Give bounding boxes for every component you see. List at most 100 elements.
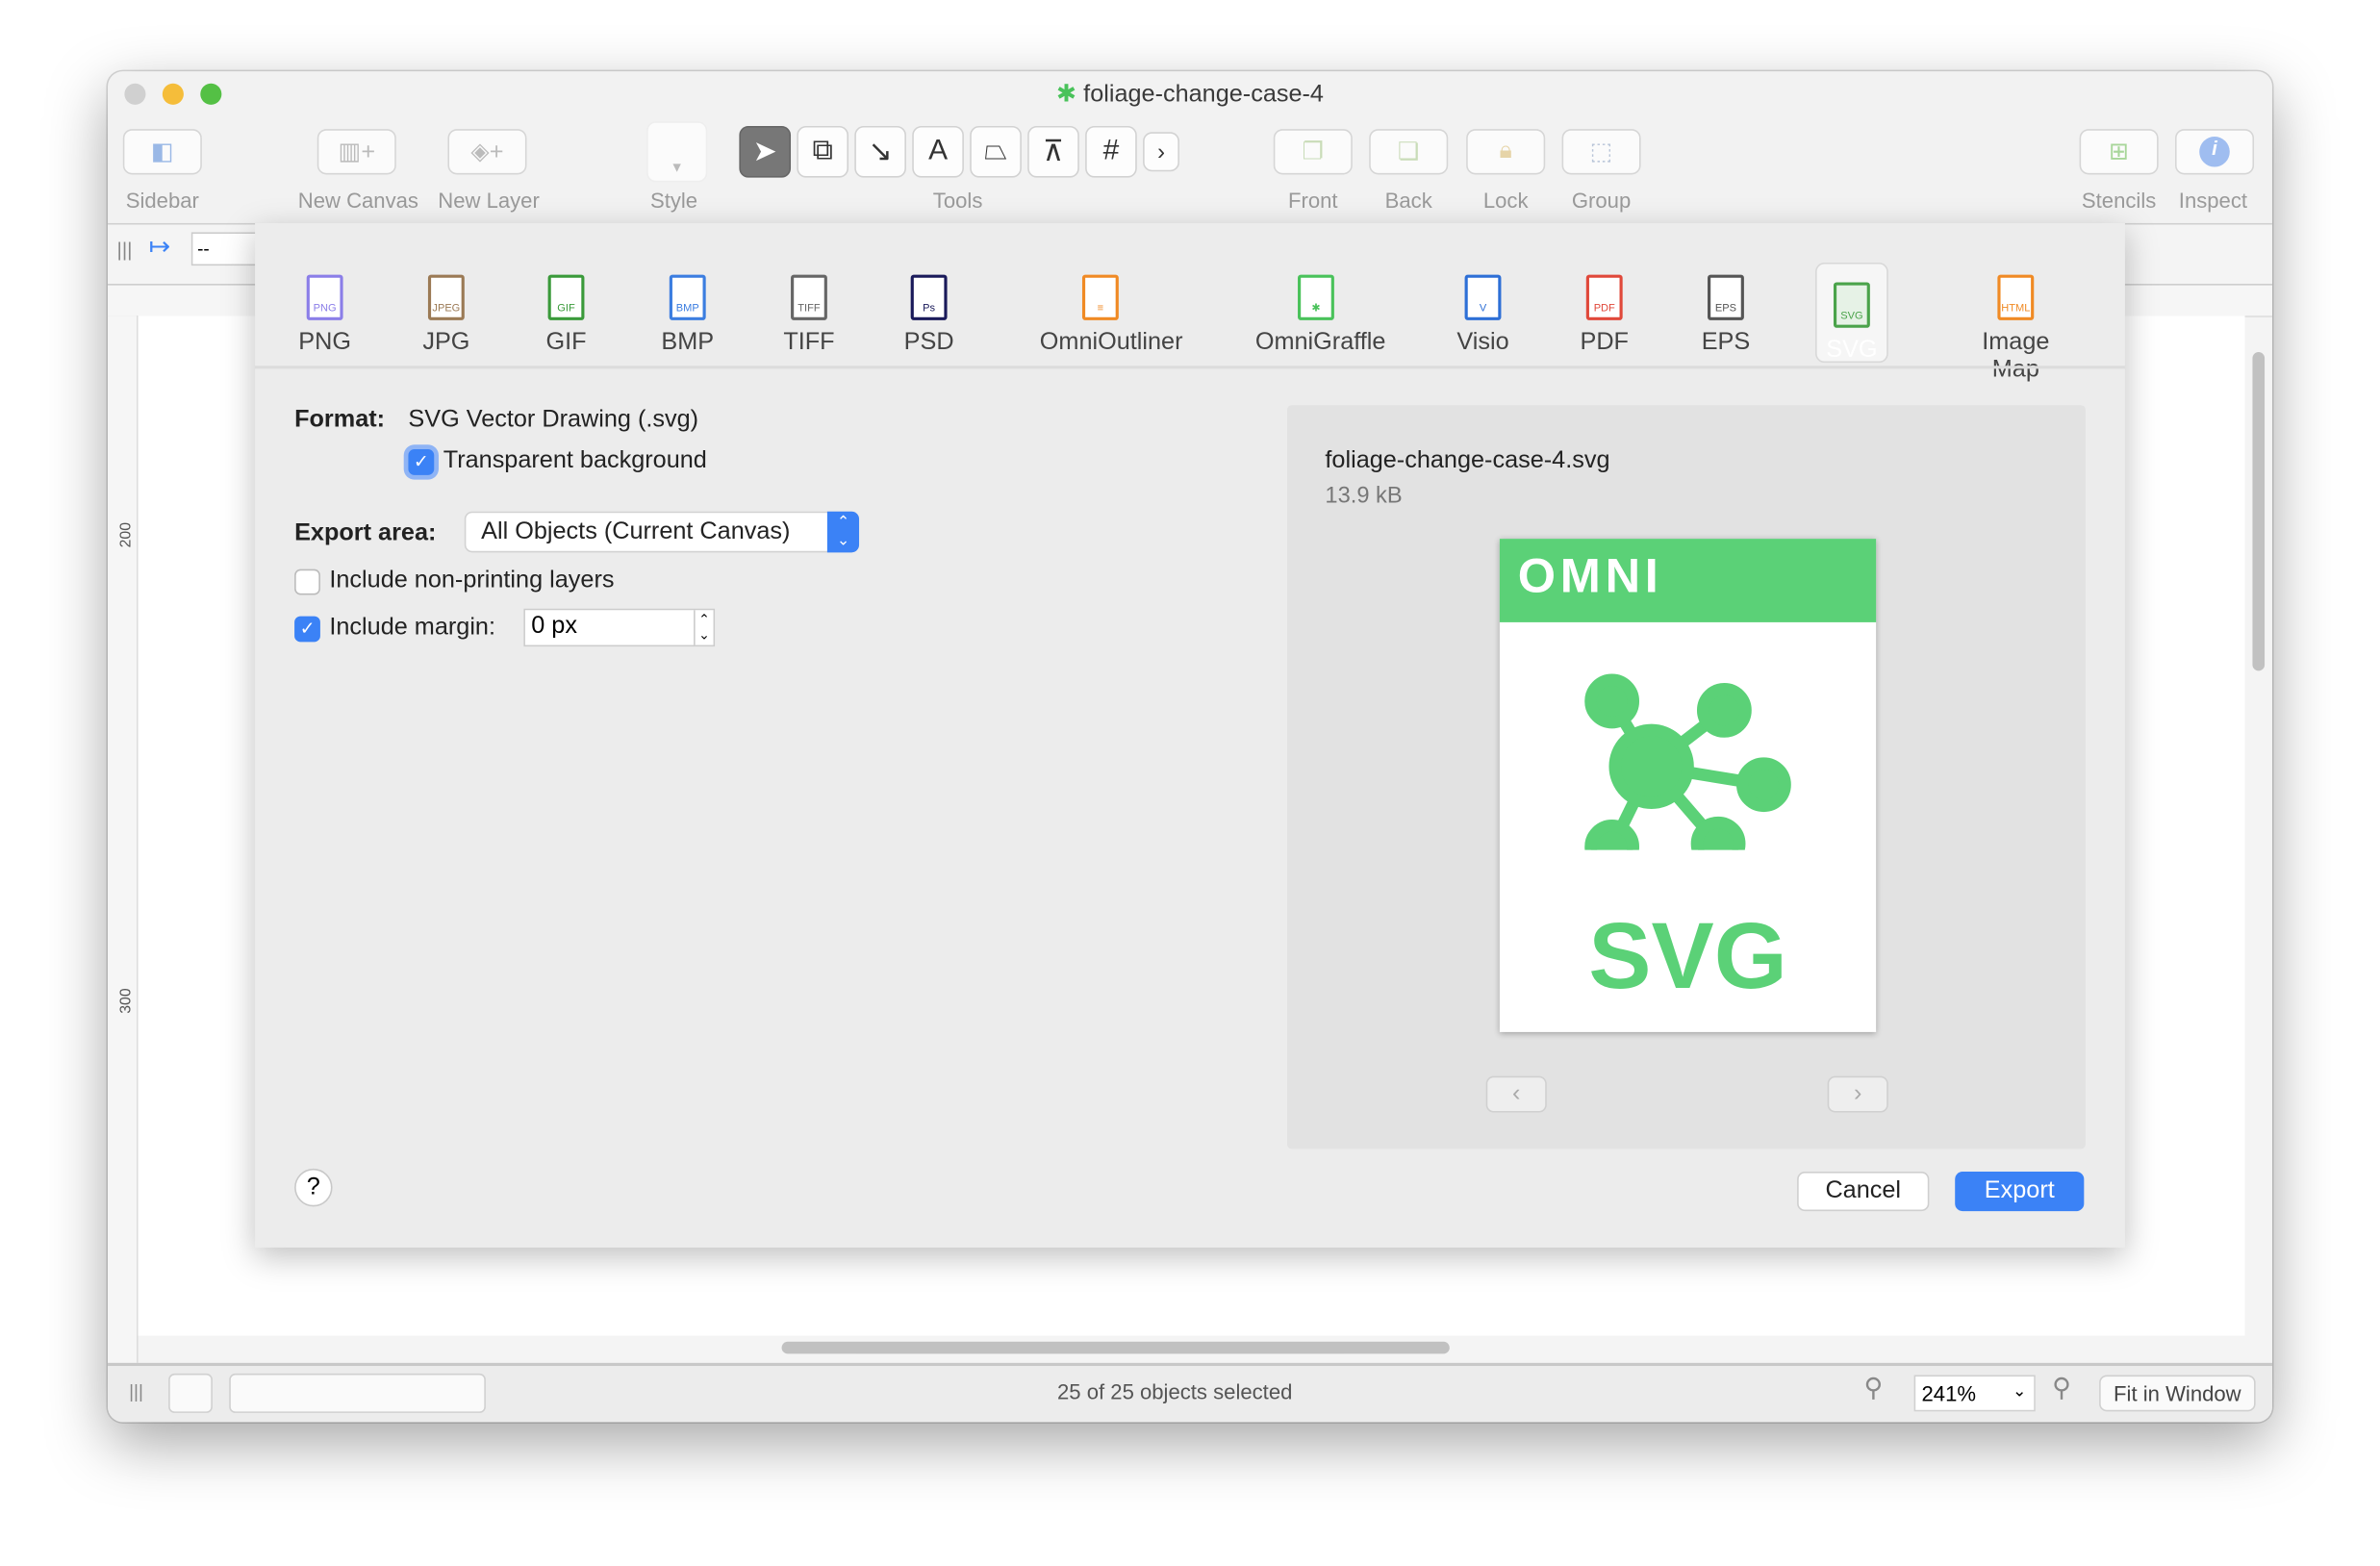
shape-tool[interactable]: ⧉ [797,125,848,178]
fit-in-window-button[interactable]: Fit in Window [2099,1375,2256,1412]
file-gif-icon: GIF [547,274,585,320]
app-window: ✱ foliage-change-case-4 ◧ Sidebar ▥+ New… [108,71,2272,1423]
info-icon: i [2199,137,2230,167]
vertical-scrollbar[interactable] [2252,352,2266,671]
export-button[interactable]: Export [1955,1172,2085,1212]
omni-logo: OMNI [1499,539,1877,622]
status-handle-icon: ||| [129,1380,143,1402]
chevron-down-icon: ⌄ [2012,1382,2027,1402]
ruler-toggle-icon[interactable]: ||| [116,239,132,262]
format-visio[interactable]: V Visio [1422,268,1543,357]
lock-icon: 🔒︎ [1499,138,1512,164]
ruler-mark: 200 [117,522,136,548]
file-png-icon: PNG [306,274,343,320]
preview-filesize: 13.9 kB [1325,482,1403,509]
format-gif[interactable]: GIF GIF [505,268,626,357]
format-label: OmniGraffle [1254,329,1386,356]
new-layer-button[interactable]: ◈+ [447,129,527,175]
file-svg-icon: SVG [1833,282,1870,328]
format-bmp[interactable]: BMP BMP [627,268,748,357]
format-label: JPG [422,329,470,356]
checkbox-box [294,568,320,594]
export-dialog: PNG PNG JPEG JPG GIF GIF BMP BMP TIFF TIFF Ps PSD ≡ O… [255,222,2125,1248]
status-button[interactable] [168,1373,213,1413]
style-label: Style [649,188,698,213]
bring-to-front-icon: ❐ [1302,139,1325,165]
margin-input[interactable]: 0 px ⌃ ⌄ [523,608,716,647]
format-label: Image Map [1982,329,2050,383]
inspect-button[interactable]: i [2174,129,2255,175]
format-png[interactable]: PNG PNG [265,268,386,357]
preview-image: OMNI SVG [1499,539,1877,1032]
sidebar-button[interactable]: ◧ [122,129,202,175]
format-omnigraffle[interactable]: ✱ OmniGraffle [1254,268,1386,357]
point-edit-tool[interactable]: ⊼ [1027,125,1079,178]
ruler-origin-icon[interactable]: ↦ [149,232,170,263]
vertical-ruler [108,316,139,1363]
new-canvas-icon: ▥+ [338,139,376,165]
export-area-select[interactable]: All Objects (Current Canvas) ⌃ ⌄ [464,511,860,553]
select-tool[interactable]: ➤ [739,125,792,178]
zoom-in-icon[interactable]: ⚲ [2052,1374,2071,1404]
next-page-button[interactable]: › [1827,1075,1888,1113]
transparent-background-label: Transparent background [443,447,707,474]
export-area-label: Export area: [294,520,437,547]
file-psd-icon: Ps [910,274,948,320]
more-tools-button[interactable]: › [1143,132,1179,172]
diagram-tool[interactable]: # [1085,125,1137,178]
include-margin-checkbox[interactable]: ✓ Include margin: [294,615,495,642]
new-layer-label: New Layer [438,188,540,213]
format-label: PDF [1580,329,1629,356]
cancel-button[interactable]: Cancel [1797,1172,1930,1212]
non-printing-label: Include non-printing layers [329,568,615,594]
group-button[interactable]: ⬚ [1561,129,1641,175]
omnigraffle-logo-icon [1584,673,1791,850]
include-margin-label: Include margin: [329,615,495,641]
preview-filename: foliage-change-case-4.svg [1325,447,1610,474]
back-button[interactable]: ❏ [1369,129,1449,175]
format-omnioutliner[interactable]: ≡ OmniOutliner [1040,268,1183,357]
format-label: TIFF [783,329,835,356]
file-tiff-icon: TIFF [791,274,827,320]
new-layer-icon: ◈+ [470,139,504,165]
format-label: EPS [1701,329,1751,356]
previous-page-button[interactable]: ‹ [1485,1075,1547,1113]
style-button[interactable]: ▼ [646,121,708,183]
text-tool[interactable]: A [912,125,964,178]
file-pdf-icon: PDF [1585,274,1623,320]
preview-panel: foliage-change-case-4.svg 13.9 kB OMNI S… [1286,405,2086,1149]
selection-status: 25 of 25 objects selected [1057,1379,1293,1404]
format-eps[interactable]: EPS EPS [1665,268,1786,357]
help-button[interactable]: ? [294,1168,333,1207]
line-tool[interactable]: ↘ [854,125,906,178]
front-button[interactable]: ❐ [1273,129,1353,175]
format-pdf[interactable]: PDF PDF [1544,268,1665,357]
zoom-select[interactable]: 241% ⌄ [1913,1375,2036,1412]
format-label: PNG [298,329,351,356]
file-jpg-icon: JPEG [427,274,465,320]
format-divider [255,366,2125,369]
format-label: SVG [1826,337,1878,364]
zoom-out-icon[interactable]: ⚲ [1864,1374,1884,1404]
pen-tool[interactable]: ⏢ [970,125,1022,178]
new-canvas-label: New Canvas [297,188,418,213]
stencils-button[interactable]: ⊞ [2079,129,2159,175]
margin-stepper[interactable]: ⌃ ⌄ [694,610,714,645]
status-field[interactable] [229,1373,486,1413]
format-label: GIF [545,329,587,356]
lock-button[interactable]: 🔒︎ [1466,129,1546,175]
send-to-back-icon: ❏ [1397,139,1420,165]
inspect-label: Inspect [2178,188,2248,213]
format-psd[interactable]: Ps PSD [869,268,990,357]
format-jpg[interactable]: JPEG JPG [386,268,507,357]
sidebar-icon: ◧ [150,139,174,165]
non-printing-layers-checkbox[interactable]: Include non-printing layers [294,568,614,594]
format-svg[interactable]: SVG SVG [1815,262,1888,364]
file-omnigraffle-icon: ✱ [1298,274,1334,320]
tools-label: Tools [932,188,983,213]
new-canvas-button[interactable]: ▥+ [316,129,396,175]
transparent-background-checkbox[interactable]: ✓ Transparent background [408,447,707,475]
horizontal-scrollbar[interactable] [781,1341,1450,1354]
file-image-map-icon: HTML [1997,274,2035,320]
format-tiff[interactable]: TIFF TIFF [748,268,870,357]
